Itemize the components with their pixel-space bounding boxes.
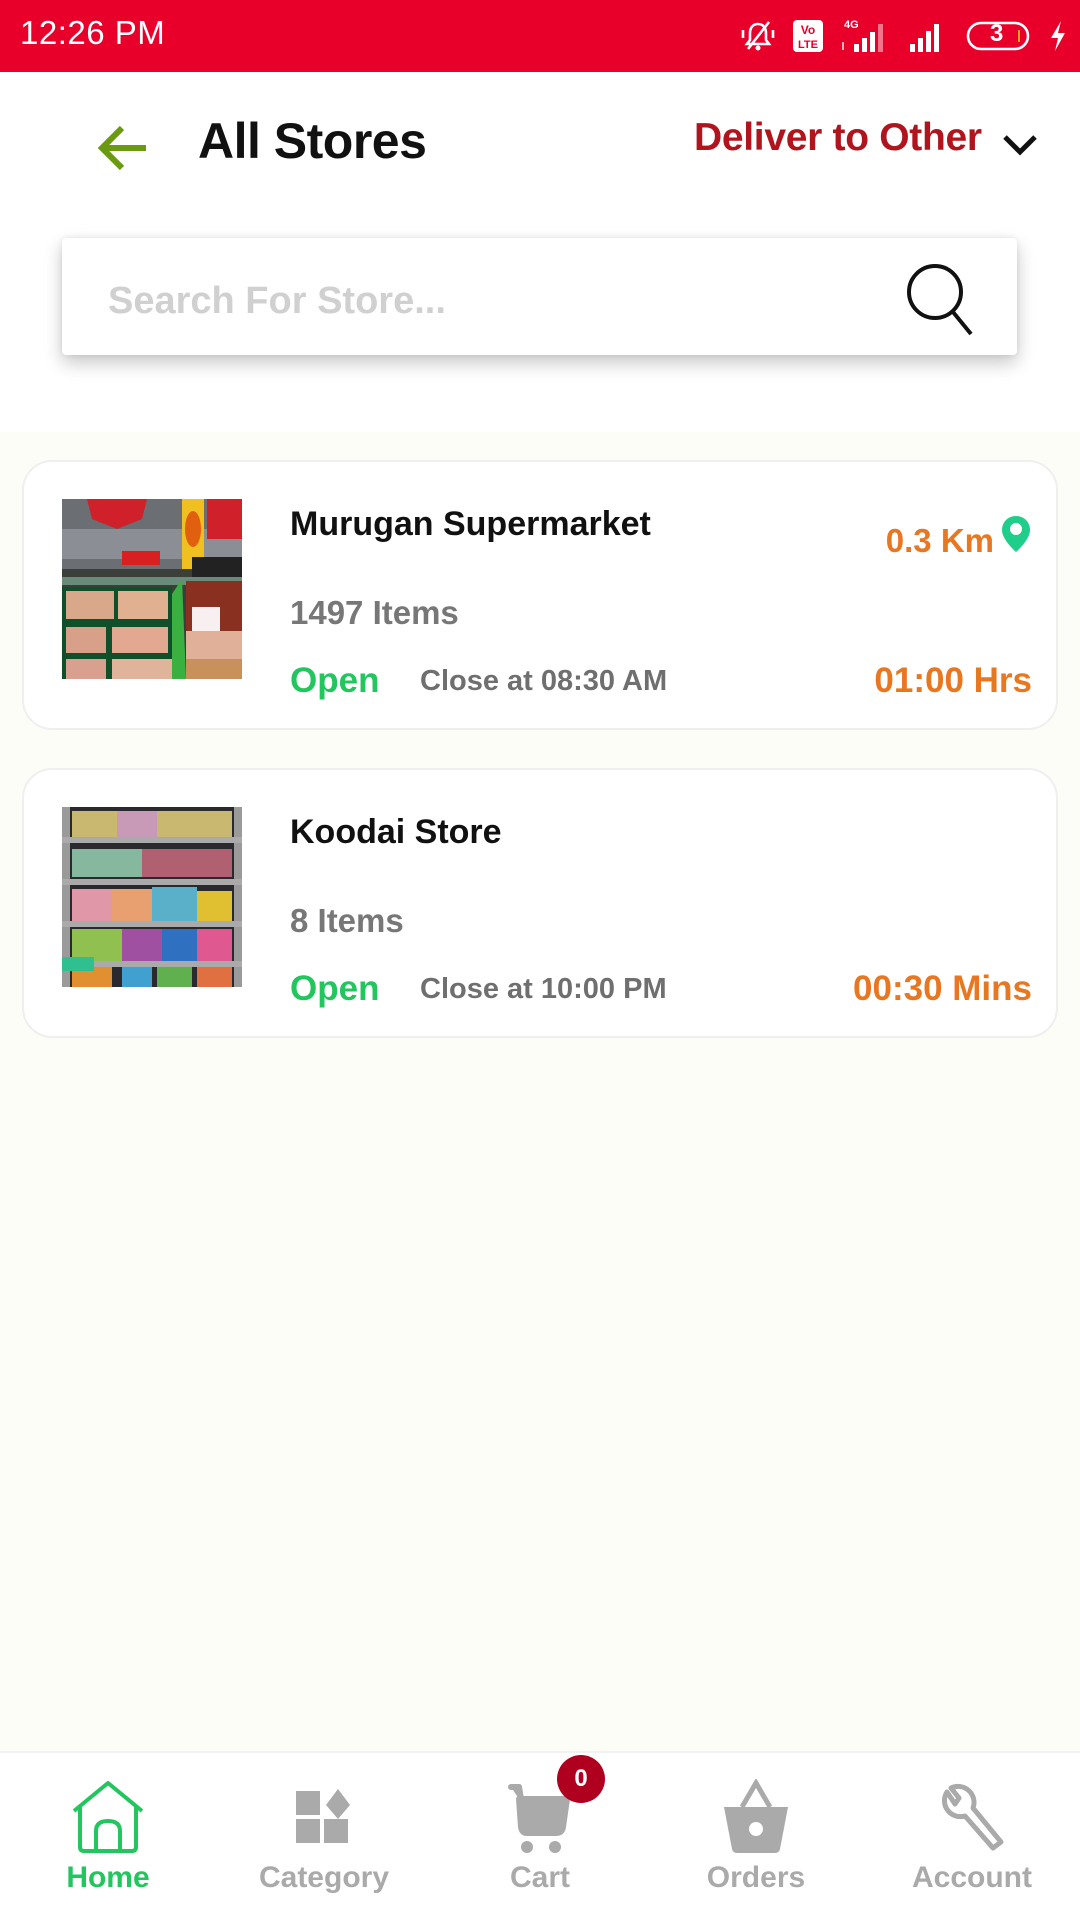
search-input[interactable] (108, 266, 868, 336)
svg-text:Vo: Vo (801, 23, 815, 37)
status-bar: 12:26 PM Vo LTE 4G 3 (0, 0, 1080, 72)
store-close-time: Close at 08:30 AM (420, 665, 668, 697)
status-time: 12:26 PM (20, 14, 166, 51)
store-image (62, 807, 242, 987)
search-icon (907, 264, 973, 336)
store-image (62, 499, 242, 679)
store-card[interactable]: Koodai Store 8 Items Open Close at 10:00… (22, 768, 1058, 1038)
svg-text:4G: 4G (844, 19, 859, 31)
basket-icon (724, 1779, 788, 1853)
store-distance: 0.3 Km (886, 514, 1032, 554)
category-icon (296, 1789, 350, 1843)
signal-4g-icon: 4G (840, 18, 892, 54)
chevron-down-icon (1003, 135, 1037, 156)
svg-text:LTE: LTE (798, 39, 818, 51)
nav-item-category[interactable]: Category (216, 1753, 432, 1920)
store-name: Murugan Supermarket (290, 505, 651, 543)
nav-item-orders[interactable]: Orders (648, 1753, 864, 1920)
nav-item-cart[interactable]: 0 Cart (432, 1753, 648, 1920)
location-pin-icon (1002, 516, 1030, 552)
nav-label: Home (66, 1861, 150, 1894)
nav-label: Orders (706, 1861, 806, 1894)
charging-icon (1048, 19, 1068, 53)
back-arrow-icon (97, 125, 146, 171)
battery-icon: 3 (966, 19, 1032, 53)
nav-label: Account (912, 1861, 1032, 1894)
search-button[interactable] (901, 258, 981, 338)
deliver-to-other-dropdown[interactable]: Deliver to Other (694, 116, 1038, 160)
store-item-count: 1497 Items (290, 594, 459, 631)
store-delivery-time: 00:30 Mins (853, 969, 1032, 1008)
signal-icon (908, 18, 950, 54)
search-section (0, 232, 1080, 432)
app-header: All Stores Deliver to Other (0, 72, 1080, 232)
bottom-navigation: Home Category 0 Cart Orders Account (0, 1751, 1080, 1920)
store-open-status: Open (290, 661, 380, 700)
deliver-to-other-label: Deliver to Other (694, 116, 982, 159)
mute-bell-icon (740, 18, 776, 54)
battery-level: 3 (990, 20, 1004, 47)
store-open-status: Open (290, 969, 380, 1008)
nav-label: Cart (509, 1861, 570, 1894)
store-name: Koodai Store (290, 813, 502, 851)
volte-icon: Vo LTE (792, 19, 824, 53)
store-item-count: 8 Items (290, 902, 404, 939)
wrench-icon (941, 1783, 1004, 1851)
store-card[interactable]: Murugan Supermarket 0.3 Km 1497 Items Op… (22, 460, 1058, 730)
back-button[interactable] (90, 116, 154, 180)
home-icon (72, 1781, 144, 1853)
page-title: All Stores (198, 113, 427, 169)
distance-text: 0.3 Km (885, 522, 994, 554)
status-icons: Vo LTE 4G 3 (740, 16, 1068, 56)
search-box (62, 238, 1017, 355)
store-close-time: Close at 10:00 PM (420, 973, 667, 1005)
nav-item-home[interactable]: Home (0, 1753, 216, 1920)
store-list: Murugan Supermarket 0.3 Km 1497 Items Op… (0, 460, 1080, 1076)
nav-label: Category (258, 1861, 390, 1894)
store-delivery-time: 01:00 Hrs (874, 661, 1032, 700)
cart-count-badge: 0 (557, 1755, 605, 1803)
nav-item-account[interactable]: Account (864, 1753, 1080, 1920)
